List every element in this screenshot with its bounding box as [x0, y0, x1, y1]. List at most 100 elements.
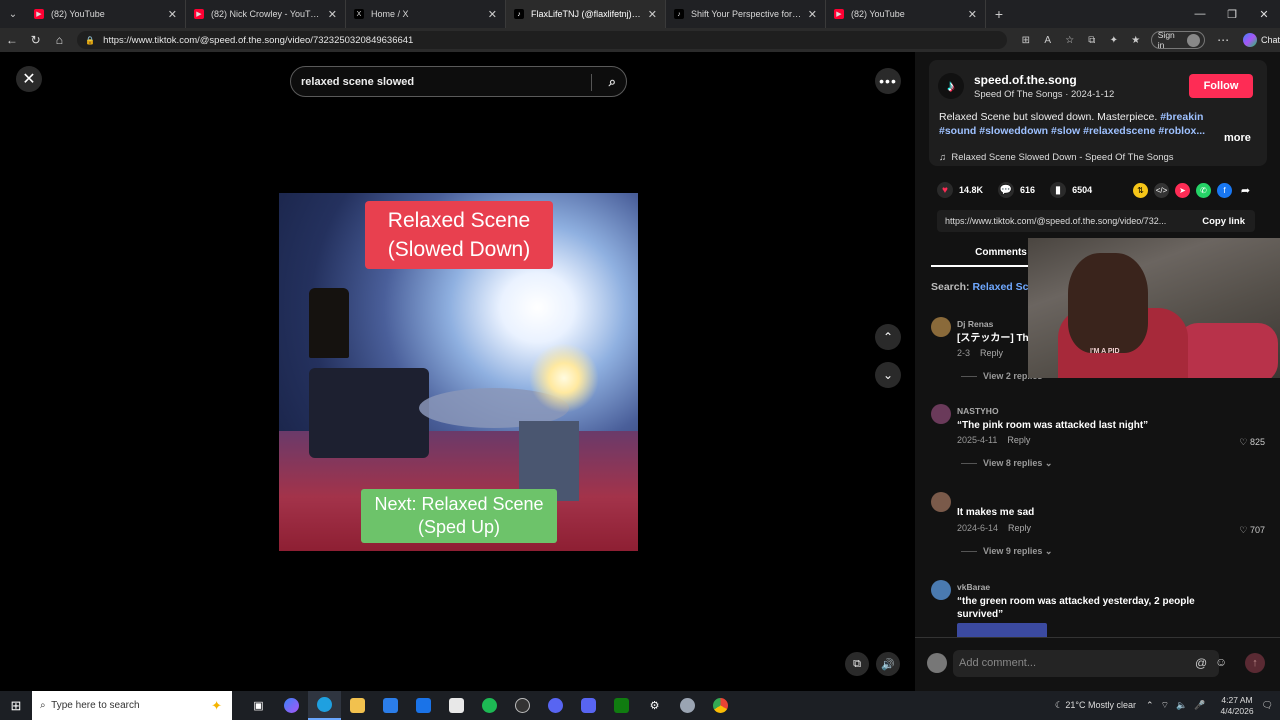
refresh-icon[interactable]: ↻	[24, 33, 48, 47]
browser-tab[interactable]: ▶ (82) YouTube ✕	[26, 0, 186, 28]
notification-icon[interactable]: 🗨	[1262, 700, 1273, 711]
site-info-icon[interactable]: 🔒	[85, 36, 95, 45]
video-player[interactable]: relaxed scene slowed ⌕ Relaxed Scene (Sl…	[279, 52, 638, 691]
comment-like-button[interactable]: ♡ 825	[1239, 437, 1265, 448]
search-icon[interactable]: ⌕	[609, 74, 616, 90]
whatsapp-icon[interactable]: ✆	[1196, 183, 1211, 198]
send-to-friends-icon[interactable]: ➤	[1175, 183, 1190, 198]
follow-button[interactable]: Follow	[1189, 74, 1253, 98]
tab-close-icon[interactable]: ✕	[488, 8, 497, 21]
share-arrow-icon[interactable]: ➦	[1238, 183, 1253, 198]
windows-start-icon[interactable]: ⊞	[0, 698, 32, 714]
video-frame[interactable]: Relaxed Scene (Slowed Down) Next: Relaxe…	[279, 193, 638, 551]
close-video-button[interactable]: ✕	[16, 66, 42, 92]
add-comment-input[interactable]: Add comment...	[953, 650, 1219, 677]
edge-browser-icon[interactable]	[308, 691, 341, 720]
tab-close-icon[interactable]: ✕	[168, 8, 177, 21]
comment-like-button[interactable]: ♡ 707	[1239, 525, 1265, 536]
task-view-icon[interactable]: ▣	[242, 691, 275, 720]
browser-tab[interactable]: ♪ FlaxLifeTNJ (@flaxlifetnj) | TikTok ✕	[506, 0, 666, 28]
security-icon[interactable]	[671, 691, 704, 720]
favorites-icon[interactable]: ★	[1125, 35, 1147, 46]
floating-player-button[interactable]: ⧉	[845, 652, 869, 676]
sign-in-button[interactable]: Sign in	[1150, 30, 1206, 50]
browser-tab[interactable]: ♪ Shift Your Perspective for a Better ✕	[666, 0, 826, 28]
comment-username[interactable]: vkBarae	[957, 582, 990, 592]
favorite-star-icon[interactable]: ☆	[1059, 35, 1081, 46]
app-icon[interactable]	[539, 691, 572, 720]
new-tab-button[interactable]: +	[986, 0, 1012, 28]
weather-widget[interactable]: ☾ 21°C Mostly clear	[1055, 700, 1136, 711]
emoji-icon[interactable]: ☺	[1215, 655, 1227, 669]
store-icon[interactable]	[374, 691, 407, 720]
copilot-app-icon[interactable]	[275, 691, 308, 720]
save-button[interactable]: ▮ 6504	[1050, 182, 1092, 198]
app-available-icon[interactable]: ⊞	[1015, 35, 1037, 46]
mail-icon[interactable]	[407, 691, 440, 720]
view-replies-button[interactable]: View 8 replies ⌄	[961, 458, 1052, 469]
mention-icon[interactable]: @	[1195, 656, 1207, 670]
xbox-icon[interactable]	[605, 691, 638, 720]
taskbar-clock[interactable]: 4:27 AM 4/4/2026	[1220, 695, 1253, 717]
volume-tray-icon[interactable]: 🔈	[1176, 700, 1187, 711]
tab-actions-icon[interactable]: ⌄	[0, 0, 26, 28]
file-explorer-icon[interactable]	[341, 691, 374, 720]
next-video-button[interactable]: ⌄	[875, 362, 901, 388]
browser-tab[interactable]: ▶ (82) Nick Crowley - YouTube ✕	[186, 0, 346, 28]
tiktok-logo-icon[interactable]: ♪	[938, 73, 964, 99]
minimize-icon[interactable]: —	[1184, 8, 1216, 21]
browser-tab[interactable]: ▶ (82) YouTube ✕	[826, 0, 986, 28]
tab-close-icon[interactable]: ✕	[968, 8, 977, 21]
send-comment-button[interactable]: ↑	[1245, 653, 1265, 673]
url-field[interactable]: 🔒 https://www.tiktok.com/@speed.of.the.s…	[77, 31, 1007, 49]
comment-sticker-image[interactable]	[957, 623, 1047, 637]
taskbar-search-field[interactable]: ⌕ Type here to search ✦	[32, 691, 232, 720]
home-icon[interactable]: ⌂	[47, 33, 71, 47]
previous-video-button[interactable]: ⌃	[875, 324, 901, 350]
facebook-icon[interactable]: f	[1217, 183, 1232, 198]
comment-username[interactable]: Dj Renas	[957, 319, 993, 329]
reply-button[interactable]: Reply	[1008, 523, 1031, 533]
discord-icon[interactable]	[572, 691, 605, 720]
tray-chevron-icon[interactable]: ⌃	[1146, 700, 1154, 711]
share-link-text[interactable]: https://www.tiktok.com/@speed.of.the.son…	[945, 216, 1166, 226]
back-icon[interactable]: ←	[0, 33, 24, 47]
avatar[interactable]	[931, 580, 951, 600]
embed-icon[interactable]: </>	[1154, 183, 1169, 198]
tab-close-icon[interactable]: ✕	[328, 8, 337, 21]
reply-button[interactable]: Reply	[1007, 435, 1030, 445]
avatar[interactable]	[931, 317, 951, 337]
read-aloud-icon[interactable]: A	[1037, 35, 1059, 46]
close-window-icon[interactable]: ✕	[1248, 8, 1280, 21]
copilot-chat-button[interactable]: Chat	[1243, 33, 1280, 47]
settings-more-icon[interactable]: ⋯	[1211, 33, 1235, 47]
network-icon[interactable]: ⌔	[1161, 700, 1169, 711]
post-username[interactable]: speed.of.the.song	[974, 73, 1077, 87]
settings-gear-icon[interactable]: ⚙	[638, 691, 671, 720]
volume-button[interactable]: 🔊	[876, 652, 900, 676]
video-search-field[interactable]: relaxed scene slowed ⌕	[290, 66, 627, 97]
more-options-button[interactable]: •••	[875, 68, 901, 94]
reply-button[interactable]: Reply	[980, 348, 1003, 358]
view-replies-button[interactable]: View 9 replies ⌄	[961, 546, 1052, 557]
extensions-icon[interactable]: ✦	[1103, 35, 1125, 46]
tab-close-icon[interactable]: ✕	[808, 8, 817, 21]
tab-close-icon[interactable]: ✕	[648, 8, 657, 21]
mic-icon[interactable]: 🎤	[1194, 700, 1205, 711]
browser-tab[interactable]: X Home / X ✕	[346, 0, 506, 28]
comment-button[interactable]: 💬 616	[998, 182, 1035, 198]
like-button[interactable]: ♥ 14.8K	[937, 182, 983, 198]
obs-icon[interactable]	[506, 691, 539, 720]
tab-split-icon[interactable]: ⧉	[1081, 35, 1103, 46]
spotify-icon[interactable]	[473, 691, 506, 720]
chrome-icon[interactable]	[704, 691, 737, 720]
notepad-icon[interactable]	[440, 691, 473, 720]
comment-search-suggestion[interactable]: Search: Relaxed Sc	[931, 281, 1028, 293]
restore-icon[interactable]: ❐	[1216, 8, 1248, 21]
music-line[interactable]: ♫ Relaxed Scene Slowed Down - Speed Of T…	[939, 152, 1174, 163]
avatar[interactable]	[931, 492, 951, 512]
repost-icon[interactable]: ⇅	[1133, 183, 1148, 198]
comment-username[interactable]: NASTYHO	[957, 406, 999, 416]
description-more-link[interactable]: more	[1224, 132, 1251, 144]
copy-link-button[interactable]: Copy link	[1202, 216, 1245, 227]
